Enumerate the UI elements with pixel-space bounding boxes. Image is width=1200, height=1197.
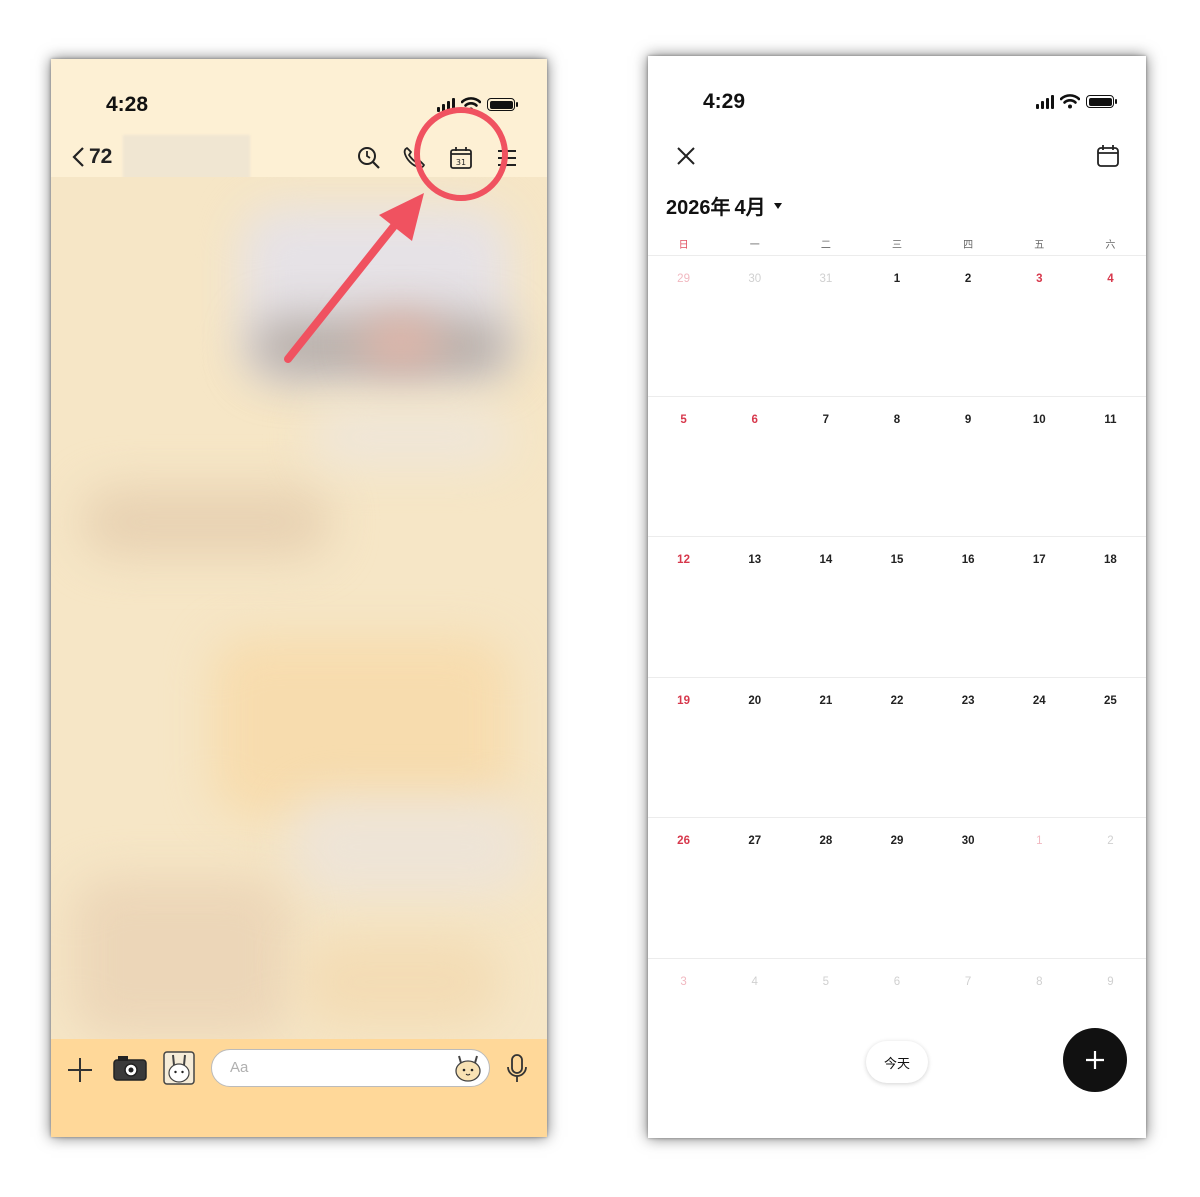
day-cell[interactable]: 26 bbox=[648, 818, 719, 958]
week-row: 5 6 7 8 9 10 11 bbox=[648, 395, 1146, 537]
day-cell[interactable]: 19 bbox=[648, 678, 719, 818]
day-cell[interactable]: 1 bbox=[1004, 818, 1075, 958]
day-cell[interactable]: 18 bbox=[1075, 537, 1146, 677]
day-cell[interactable]: 24 bbox=[1004, 678, 1075, 818]
highlight-circle bbox=[414, 107, 508, 201]
day-cell[interactable]: 1 bbox=[861, 256, 932, 396]
week-row: 12 13 14 15 16 17 18 bbox=[648, 536, 1146, 677]
day-cell[interactable]: 3 bbox=[648, 959, 719, 1099]
plus-icon[interactable] bbox=[65, 1055, 95, 1085]
status-icons bbox=[1036, 94, 1117, 109]
message-input-placeholder: Aa bbox=[230, 1059, 249, 1076]
weekday-label: 五 bbox=[1034, 240, 1045, 251]
day-cell[interactable]: 7 bbox=[790, 397, 861, 537]
month-title: 2026年 4月 bbox=[666, 197, 766, 219]
week-row: 29 30 31 1 2 3 4 bbox=[648, 255, 1146, 396]
input-bar: Aa bbox=[51, 1039, 547, 1137]
day-cell[interactable]: 29 bbox=[861, 818, 932, 958]
day-cell[interactable]: 22 bbox=[861, 678, 932, 818]
day-cell[interactable]: 5 bbox=[648, 397, 719, 537]
chevron-left-icon bbox=[72, 147, 84, 167]
battery-icon bbox=[487, 98, 518, 111]
month-selector[interactable]: 2026年 4月 bbox=[666, 191, 782, 220]
day-cell[interactable]: 30 bbox=[933, 818, 1004, 958]
signal-icon bbox=[1036, 94, 1054, 109]
week-row: 19 20 21 22 23 24 25 bbox=[648, 676, 1146, 818]
day-cell[interactable]: 25 bbox=[1075, 678, 1146, 818]
day-cell[interactable]: 27 bbox=[719, 818, 790, 958]
status-time: 4:29 bbox=[703, 90, 746, 113]
weekday-label: 日 bbox=[678, 240, 689, 251]
week-row: 26 27 28 29 30 1 2 bbox=[648, 817, 1146, 958]
day-cell[interactable]: 9 bbox=[933, 397, 1004, 537]
weekday-label: 六 bbox=[1105, 240, 1116, 251]
status-bar: 4:29 bbox=[648, 82, 1146, 122]
weekday-label: 三 bbox=[891, 240, 902, 251]
day-cell[interactable]: 23 bbox=[933, 678, 1004, 818]
sticker-icon[interactable] bbox=[163, 1051, 195, 1085]
day-cell[interactable]: 12 bbox=[648, 537, 719, 677]
unread-count: 72 bbox=[89, 145, 113, 168]
day-cell[interactable]: 15 bbox=[861, 537, 932, 677]
day-cell[interactable]: 28 bbox=[790, 818, 861, 958]
weekday-label: 一 bbox=[749, 240, 760, 251]
today-button[interactable]: 今天 bbox=[866, 1041, 928, 1083]
arrow-annotation bbox=[284, 193, 424, 363]
day-cell[interactable]: 5 bbox=[790, 959, 861, 1099]
close-icon[interactable] bbox=[674, 144, 698, 168]
day-cell[interactable]: 8 bbox=[1004, 959, 1075, 1099]
chat-name-blurred bbox=[123, 135, 250, 179]
day-cell[interactable]: 16 bbox=[933, 537, 1004, 677]
chat-screen: 4:28 72 31 Aa bbox=[51, 59, 547, 1137]
day-cell[interactable]: 13 bbox=[719, 537, 790, 677]
wifi-icon bbox=[1060, 94, 1080, 109]
battery-icon bbox=[1086, 95, 1117, 108]
microphone-icon[interactable] bbox=[505, 1053, 529, 1085]
weekday-header: 日一二三四五六 bbox=[648, 236, 1146, 256]
add-event-button[interactable] bbox=[1063, 1028, 1127, 1092]
day-cell[interactable]: 30 bbox=[719, 256, 790, 396]
day-cell[interactable]: 17 bbox=[1004, 537, 1075, 677]
day-cell[interactable]: 31 bbox=[790, 256, 861, 396]
day-cell[interactable]: 8 bbox=[861, 397, 932, 537]
status-time: 4:28 bbox=[106, 93, 149, 116]
calendar-icon[interactable] bbox=[1095, 143, 1121, 169]
back-button[interactable]: 72 bbox=[71, 145, 112, 169]
day-cell[interactable]: 2 bbox=[933, 256, 1004, 396]
day-cell[interactable]: 20 bbox=[719, 678, 790, 818]
day-cell[interactable]: 10 bbox=[1004, 397, 1075, 537]
day-cell[interactable]: 4 bbox=[1075, 256, 1146, 396]
caret-down-icon bbox=[773, 202, 782, 209]
day-cell[interactable]: 6 bbox=[719, 397, 790, 537]
weekday-label: 二 bbox=[820, 240, 831, 251]
day-cell[interactable]: 21 bbox=[790, 678, 861, 818]
plus-icon bbox=[1086, 1051, 1104, 1069]
search-icon[interactable] bbox=[356, 145, 382, 171]
day-cell[interactable]: 11 bbox=[1075, 397, 1146, 537]
weekday-label: 四 bbox=[963, 240, 974, 251]
day-cell[interactable]: 4 bbox=[719, 959, 790, 1099]
day-cell[interactable]: 3 bbox=[1004, 256, 1075, 396]
day-cell[interactable]: 7 bbox=[933, 959, 1004, 1099]
day-cell[interactable]: 2 bbox=[1075, 818, 1146, 958]
calendar-screen: 4:29 2026年 4月 日一二三四五六 29 30 31 1 2 3 4 5 6 7 8 9 10 1… bbox=[648, 56, 1146, 1138]
day-cell[interactable]: 29 bbox=[648, 256, 719, 396]
message-input[interactable]: Aa bbox=[211, 1049, 490, 1087]
camera-icon[interactable] bbox=[111, 1053, 149, 1083]
emoji-icon[interactable] bbox=[453, 1054, 483, 1082]
day-cell[interactable]: 14 bbox=[790, 537, 861, 677]
month-grid: 29 30 31 1 2 3 4 5 6 7 8 9 10 11 12 13 14 15 16 17 18 19 20 21 2… bbox=[648, 255, 1146, 1098]
